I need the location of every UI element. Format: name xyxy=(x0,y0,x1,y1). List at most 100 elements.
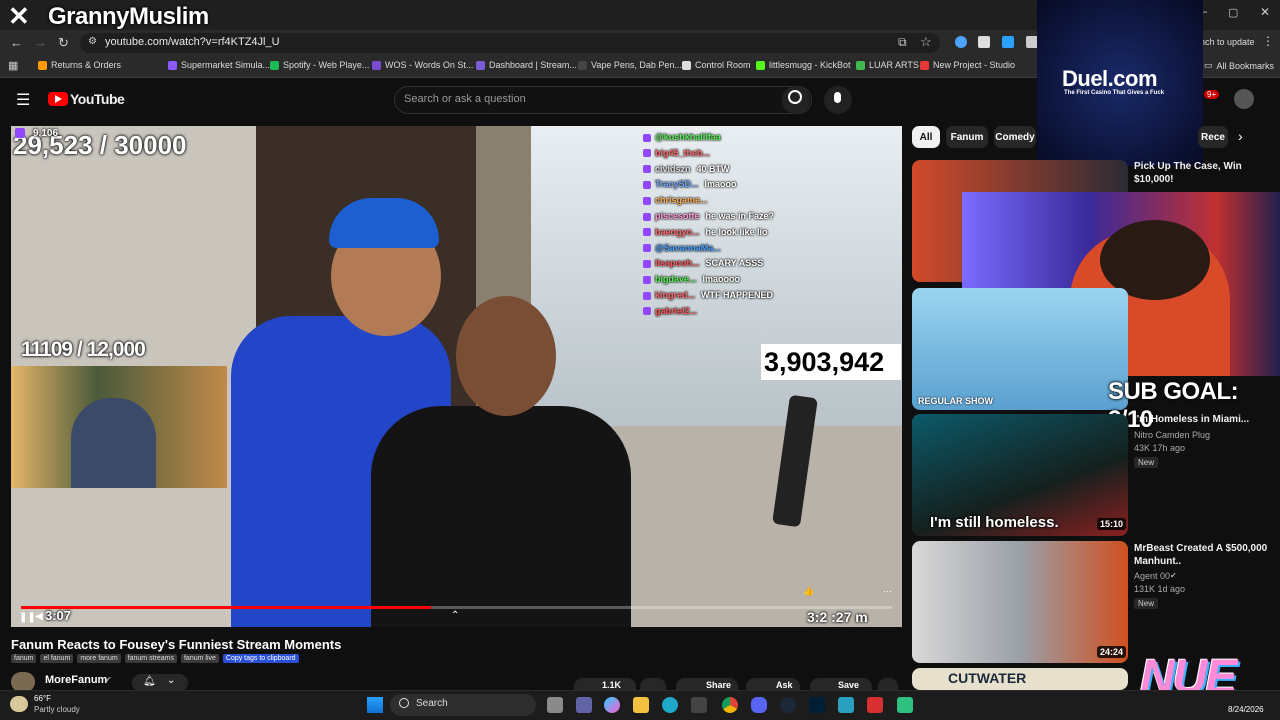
browser-menu-icon[interactable]: ⋮ xyxy=(1262,34,1274,48)
taskbar-search[interactable] xyxy=(390,694,536,716)
bookmark-favicon-icon xyxy=(270,60,279,70)
apps-grid-icon[interactable]: ▦ xyxy=(8,59,18,72)
chat-message: cividszn 40 BTW xyxy=(643,164,730,174)
sidebar-channel-4[interactable]: Agent 00 xyxy=(1134,571,1170,581)
chrome-icon[interactable] xyxy=(722,697,738,713)
extension-icon-2[interactable] xyxy=(978,36,990,48)
sidebar-badge-4: New xyxy=(1134,598,1159,609)
chip-all[interactable]: All xyxy=(912,126,940,148)
progress-bar-fill xyxy=(21,606,431,609)
chip-fanum[interactable]: Fanum xyxy=(946,126,988,148)
weather-temp[interactable]: 66°F xyxy=(34,694,51,703)
bookmark-item[interactable]: Dashboard | Stream... xyxy=(476,60,577,70)
extension-icon-3[interactable] xyxy=(1002,36,1014,48)
window-maximize-button[interactable]: ▢ xyxy=(1228,6,1238,19)
sidebar-channel-3[interactable]: Nitro Camden Plug xyxy=(1134,430,1210,440)
bookmark-star-icon[interactable]: ☆ xyxy=(920,34,932,50)
notes-icon[interactable] xyxy=(838,697,854,713)
ad-brand: Duel.com xyxy=(1062,66,1158,91)
store-icon[interactable] xyxy=(691,697,707,713)
copilot-icon[interactable] xyxy=(604,697,620,713)
sidebar-title-3[interactable]: I'm Homeless in Miami... xyxy=(1134,414,1249,425)
sidebar-thumb-2[interactable] xyxy=(912,288,1128,410)
time-total: 3:2 :27 m xyxy=(807,609,868,625)
bookmark-favicon-icon xyxy=(168,60,177,70)
chat-text: lmaoooo xyxy=(702,274,741,285)
chat-username: TracySD... xyxy=(655,179,699,190)
chat-message: bigdave... lmaoooo xyxy=(643,274,740,284)
notification-badge[interactable]: 9+ xyxy=(1204,90,1220,99)
chat-message: big45_theb... xyxy=(643,148,716,158)
channel-avatar[interactable] xyxy=(11,672,35,692)
verified-icon: ✔ xyxy=(1170,571,1177,580)
task-view-icon[interactable] xyxy=(547,697,563,713)
chat-platform-icon xyxy=(643,228,651,237)
chip-comedy[interactable]: Comedy xyxy=(994,126,1036,148)
bookmark-item[interactable]: LUAR ARTS xyxy=(856,60,919,70)
back-button[interactable]: ← xyxy=(10,35,23,50)
bookmark-label: Supermarket Simula... xyxy=(181,60,271,70)
video-tag[interactable]: more fanum xyxy=(77,654,121,663)
site-info-icon[interactable]: ⚙ xyxy=(88,36,97,47)
all-bookmarks-link[interactable]: ▭ All Bookmarks xyxy=(1204,60,1274,71)
windows-start-icon[interactable] xyxy=(367,697,383,713)
hamburger-menu-icon[interactable]: ☰ xyxy=(16,90,30,110)
sidebar-thumb-3-text: I'm still homeless. xyxy=(930,514,1059,531)
taskbar-search-label: Search xyxy=(416,698,448,709)
window-close-button[interactable]: ✕ xyxy=(1260,5,1270,19)
viewer-count: 9,106 xyxy=(33,128,59,139)
chat-username: lisapooh... xyxy=(655,258,700,269)
bookmark-label: Control Room xyxy=(695,60,751,70)
x-logo-icon: ✕ xyxy=(8,1,30,31)
person-black-head xyxy=(456,296,556,416)
pause-icon[interactable]: ❚❚ xyxy=(19,612,36,623)
bookmark-label: WOS - Words On St... xyxy=(385,60,474,70)
relaunch-update-button[interactable]: nch to update xyxy=(1200,37,1255,47)
video-tag[interactable]: fanum xyxy=(11,654,37,663)
reload-button[interactable]: ↻ xyxy=(58,35,69,51)
bookmark-favicon-icon xyxy=(578,60,587,70)
youtube-logo-text[interactable]: YouTube xyxy=(70,91,125,107)
chat-username: kingred... xyxy=(655,290,696,300)
video-tag[interactable]: el fanum xyxy=(40,654,74,663)
bookmark-item[interactable]: Returns & Orders xyxy=(38,60,121,70)
extension-icon-1[interactable] xyxy=(955,36,967,48)
more-mini-icon[interactable]: ⋯ xyxy=(883,586,892,597)
bookmark-item[interactable]: New Project - Studio xyxy=(920,60,1015,70)
chips-next-icon[interactable]: › xyxy=(1238,128,1243,144)
sidebar-thumb-4[interactable] xyxy=(912,541,1128,663)
steam-icon[interactable] xyxy=(780,697,796,713)
photoshop-icon[interactable] xyxy=(809,697,825,713)
chip-recent[interactable]: Rece xyxy=(1198,126,1228,148)
bookmark-item[interactable]: Control Room xyxy=(682,60,751,70)
forward-button[interactable]: → xyxy=(34,35,47,50)
volume-icon[interactable]: ◀ xyxy=(35,611,43,622)
teams-icon[interactable] xyxy=(576,697,592,713)
sidebar-title-1[interactable]: Pick Up The Case, Win $10,000! xyxy=(1134,160,1274,186)
bookmark-item[interactable]: Vape Pens, Dab Pen... xyxy=(578,60,682,70)
edge-icon[interactable] xyxy=(662,697,678,713)
bookmark-item[interactable]: littlesmugg - KickBot xyxy=(756,60,851,70)
video-tag[interactable]: fanum live xyxy=(180,654,219,663)
video-tag[interactable]: fanum streams xyxy=(124,654,177,663)
channel-name[interactable]: MoreFanum xyxy=(45,674,107,686)
copy-tags-button[interactable]: Copy tags to clipboard xyxy=(222,654,299,663)
cast-icon[interactable]: ⧉ xyxy=(898,35,907,50)
weather-icon[interactable] xyxy=(10,696,28,712)
bookmark-item[interactable]: Spotify - Web Playe... xyxy=(270,60,369,70)
avatar[interactable] xyxy=(1234,89,1254,109)
chat-text: he look like lio xyxy=(705,226,768,237)
bookmark-item[interactable]: Supermarket Simula... xyxy=(168,60,270,70)
file-explorer-icon[interactable] xyxy=(633,697,649,713)
sidebar-title-4[interactable]: MrBeast Created A $500,000 Manhunt.. xyxy=(1134,542,1274,568)
chat-overlay: @kushkhaliifaa big45_theb... cividszn 40 BT… xyxy=(643,132,818,322)
video-player[interactable]: @kushkhaliifaa big45_theb... cividszn 40 BT… xyxy=(11,126,902,627)
bookmark-favicon-icon xyxy=(38,60,47,70)
app-green-icon[interactable] xyxy=(897,697,913,713)
discord-icon[interactable] xyxy=(751,697,767,713)
bookmark-item[interactable]: WOS - Words On St... xyxy=(372,60,473,70)
verified-icon: ✔ xyxy=(105,675,112,684)
chevron-up-icon[interactable]: ⌃ xyxy=(451,610,459,621)
like-mini-icon[interactable]: 👍 xyxy=(803,586,814,597)
app-red-icon[interactable] xyxy=(867,697,883,713)
